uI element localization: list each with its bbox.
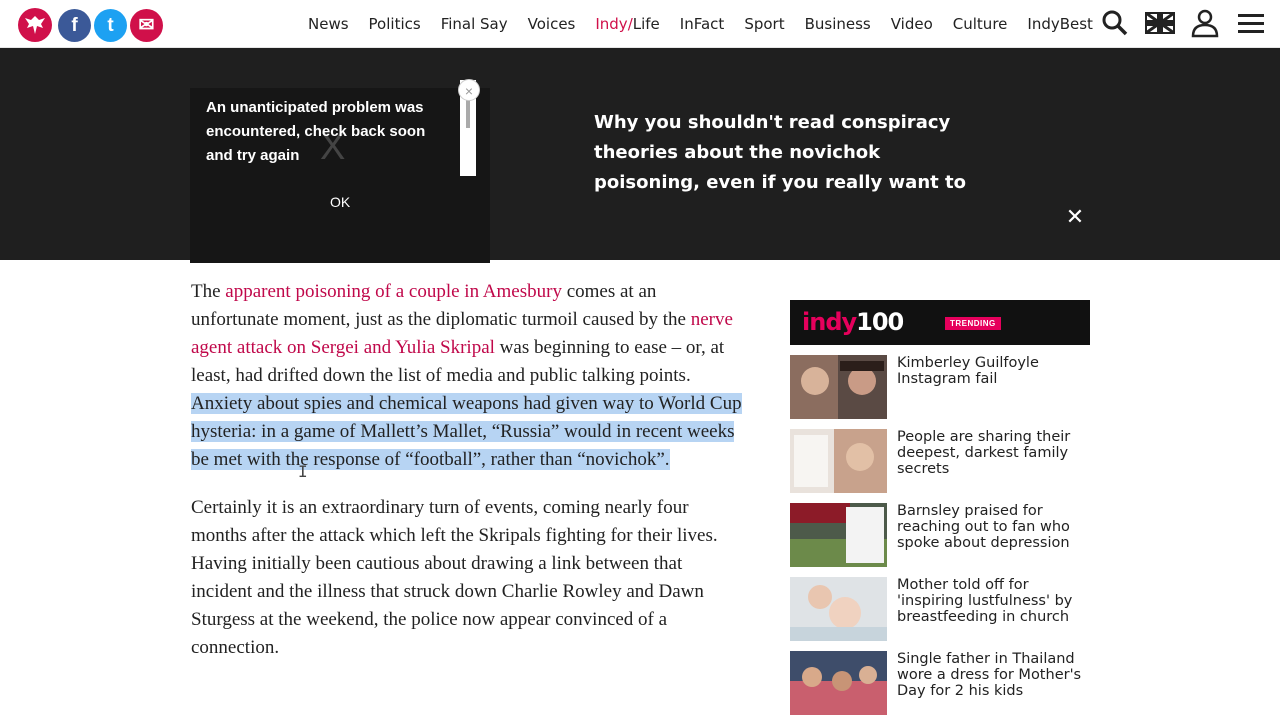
thumbnail-image bbox=[790, 503, 887, 567]
twitter-share-icon[interactable]: t bbox=[94, 9, 127, 42]
trending-badge: TRENDING bbox=[945, 317, 1001, 330]
nav-sport[interactable]: Sport bbox=[734, 15, 794, 33]
nav-final-say[interactable]: Final Say bbox=[431, 15, 518, 33]
nav-infact[interactable]: InFact bbox=[670, 15, 735, 33]
thumbnail-image bbox=[790, 355, 887, 419]
banner-close-icon[interactable]: ✕ bbox=[1064, 206, 1086, 228]
email-share-icon[interactable]: ✉ bbox=[130, 9, 163, 42]
trending-item[interactable]: Kimberley Guilfoyle Instagram fail bbox=[790, 355, 1090, 421]
life-label: Life bbox=[632, 15, 660, 33]
section-links: News Politics Final Say Voices Indy/Life… bbox=[298, 0, 1103, 48]
nav-business[interactable]: Business bbox=[795, 15, 881, 33]
trending-sidebar: indy100 TRENDING Kimberley Guilfoyle Ins… bbox=[790, 300, 1090, 715]
trending-title: Barnsley praised for reaching out to fan… bbox=[897, 503, 1070, 551]
logo-part: indy bbox=[802, 308, 857, 336]
nav-voices[interactable]: Voices bbox=[518, 15, 586, 33]
nav-politics[interactable]: Politics bbox=[359, 15, 431, 33]
text-cursor-icon: I bbox=[298, 462, 308, 481]
article-paragraph: Certainly it is an extraordinary turn of… bbox=[191, 497, 718, 658]
indy100-logo: indy100 bbox=[802, 308, 904, 336]
independent-eagle-logo[interactable] bbox=[18, 8, 52, 42]
scrollbar-thumb[interactable] bbox=[466, 98, 470, 128]
banner-headline-link[interactable]: Why you shouldn't read conspiracy theori… bbox=[594, 108, 974, 198]
indy100-trending-header[interactable]: indy100 TRENDING bbox=[790, 300, 1090, 345]
video-banner: X An unanticipated problem was encounter… bbox=[0, 48, 1280, 263]
nav-indybest[interactable]: IndyBest bbox=[1017, 15, 1103, 33]
trending-title: Kimberley Guilfoyle Instagram fail bbox=[897, 355, 1039, 387]
nav-video[interactable]: Video bbox=[881, 15, 943, 33]
uk-edition-flag-icon[interactable] bbox=[1145, 12, 1175, 34]
video-ok-button[interactable]: OK bbox=[330, 194, 350, 210]
trending-title: Single father in Thailand wore a dress f… bbox=[897, 651, 1082, 699]
trending-item[interactable]: Single father in Thailand wore a dress f… bbox=[790, 651, 1090, 717]
search-icon[interactable] bbox=[1100, 8, 1130, 38]
thumbnail-image bbox=[790, 651, 887, 715]
article-body: The apparent poisoning of a couple in Am… bbox=[191, 278, 747, 682]
thumbnail-image bbox=[790, 429, 887, 493]
facebook-share-icon[interactable]: f bbox=[58, 9, 91, 42]
account-icon[interactable] bbox=[1190, 8, 1220, 38]
trending-title: People are sharing their deepest, darkes… bbox=[897, 429, 1071, 477]
selected-text: Anxiety about spies and chemical weapons… bbox=[191, 393, 742, 470]
trending-title: Mother told off for 'inspiring lustfulne… bbox=[897, 577, 1073, 625]
menu-icon[interactable] bbox=[1236, 8, 1266, 38]
logo-part: 100 bbox=[856, 308, 904, 336]
text-run: The bbox=[191, 281, 226, 302]
video-error-message: An unanticipated problem was encountered… bbox=[206, 99, 426, 164]
nav-indy-life[interactable]: Indy/Life bbox=[585, 15, 669, 33]
article-paragraph: The apparent poisoning of a couple in Am… bbox=[191, 278, 747, 474]
video-player[interactable]: X An unanticipated problem was encounter… bbox=[190, 88, 490, 263]
nav-culture[interactable]: Culture bbox=[943, 15, 1018, 33]
amesbury-poisoning-link[interactable]: apparent poisoning of a couple in Amesbu… bbox=[225, 281, 562, 302]
top-navigation: f t ✉ News Politics Final Say Voices Ind… bbox=[0, 0, 1280, 48]
trending-item[interactable]: Barnsley praised for reaching out to fan… bbox=[790, 503, 1090, 569]
thumbnail-image bbox=[790, 577, 887, 641]
nav-news[interactable]: News bbox=[298, 15, 359, 33]
trending-item[interactable]: Mother told off for 'inspiring lustfulne… bbox=[790, 577, 1090, 643]
video-close-icon[interactable]: × bbox=[458, 79, 480, 101]
trending-item[interactable]: People are sharing their deepest, darkes… bbox=[790, 429, 1090, 495]
indy-label: Indy/ bbox=[595, 15, 633, 33]
